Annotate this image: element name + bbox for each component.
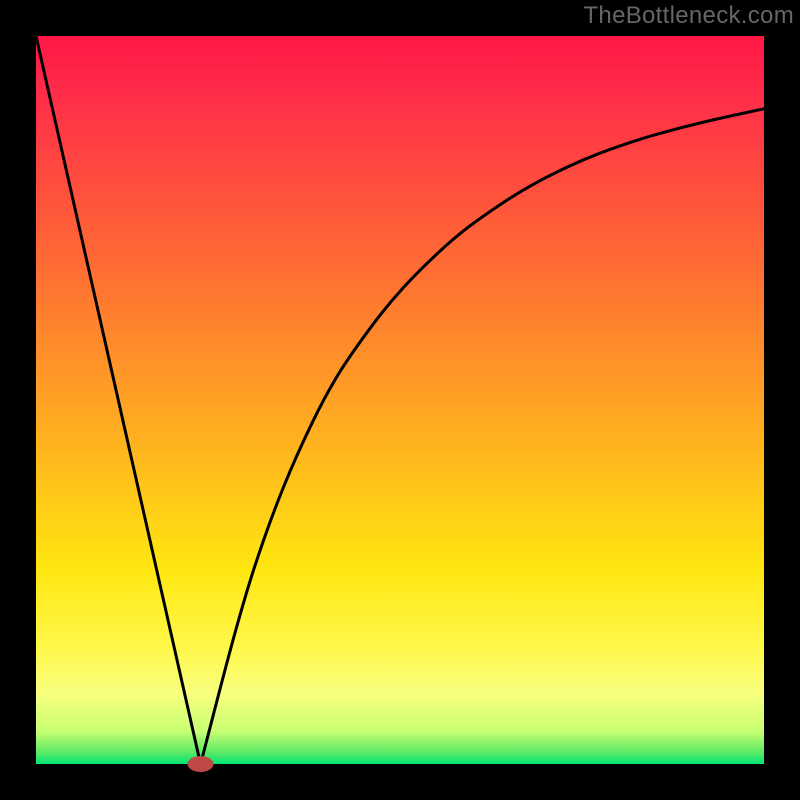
attribution-label: TheBottleneck.com bbox=[583, 2, 794, 30]
optimum-marker bbox=[188, 756, 214, 772]
plot-background bbox=[36, 36, 764, 764]
chart-container: TheBottleneck.com bbox=[0, 0, 800, 800]
bottleneck-chart bbox=[0, 0, 800, 800]
